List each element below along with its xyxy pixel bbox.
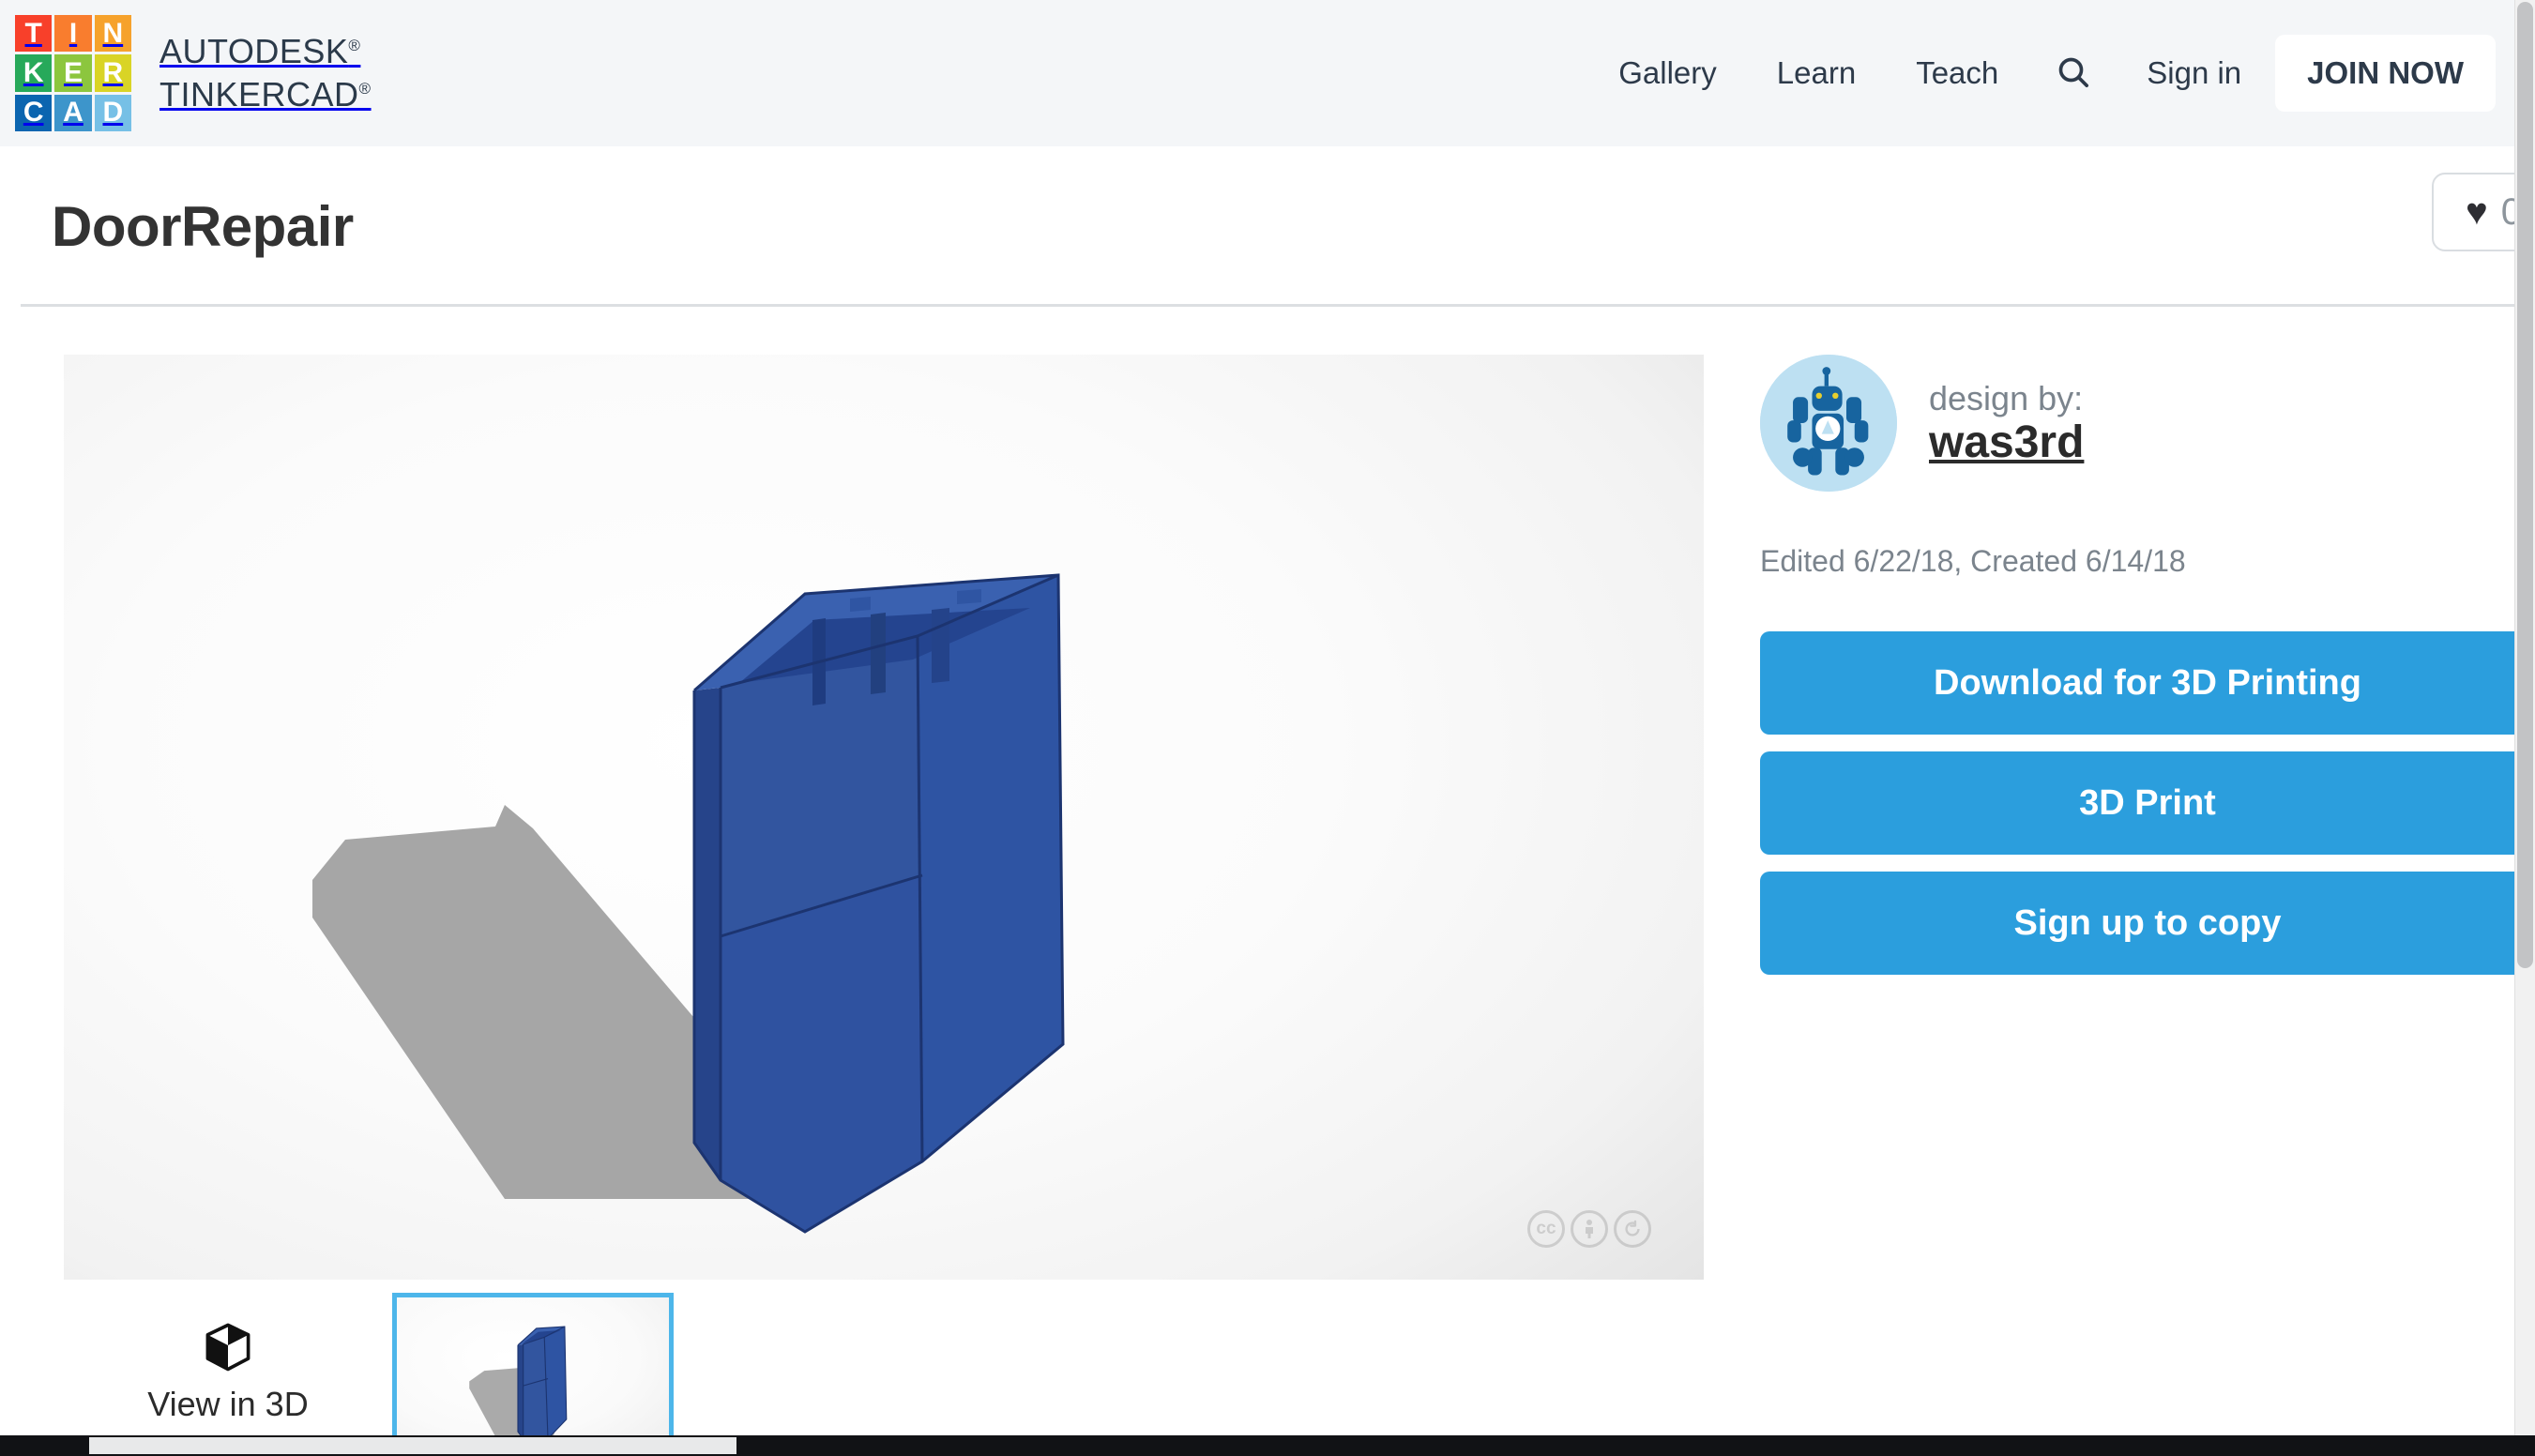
download-for-3d-printing-button[interactable]: Download for 3D Printing (1760, 631, 2535, 735)
design-sidebar: design by: was3rd Edited 6/22/18, Create… (1760, 355, 2535, 992)
view-in-3d-label: View in 3D (147, 1385, 308, 1424)
action-buttons: Download for 3D Printing 3D Print Sign u… (1760, 631, 2535, 975)
horizontal-scrollbar-thumb[interactable] (89, 1437, 736, 1454)
search-icon (2055, 53, 2092, 94)
site-header: T I N K E R C A D AUTODESK® TINKERCAD® G… (0, 0, 2535, 146)
thumb-face-front (524, 1337, 548, 1446)
author-row: design by: was3rd (1760, 355, 2535, 492)
registered-mark-2: ® (359, 80, 372, 98)
logo-tile-d: D (95, 95, 131, 131)
design-dates: Edited 6/22/18, Created 6/14/18 (1760, 544, 2535, 579)
brand-logo-link[interactable]: T I N K E R C A D AUTODESK® TINKERCAD® (15, 15, 372, 131)
license-badges: cc (1527, 1210, 1651, 1248)
tinkercad-logo: T I N K E R C A D (15, 15, 131, 131)
vertical-scrollbar-thumb[interactable] (2517, 2, 2533, 968)
nav-item-teach[interactable]: Teach (1886, 55, 2028, 91)
horizontal-scrollbar-track[interactable] (0, 1435, 2535, 1456)
model-fin-3 (932, 608, 949, 683)
sign-up-to-copy-button[interactable]: Sign up to copy (1760, 872, 2535, 975)
cc-icon: cc (1527, 1210, 1565, 1248)
brand-line-autodesk: AUTODESK (159, 32, 348, 70)
model-render (64, 355, 1704, 1280)
brand-wordmark: AUTODESK® TINKERCAD® (159, 30, 372, 116)
title-row: DoorRepair ♥ 0 (0, 146, 2535, 306)
model-fin-2 (871, 613, 886, 694)
circular-arrow-glyph (1622, 1219, 1643, 1239)
cube-glyph (204, 1322, 252, 1373)
sign-in-link[interactable]: Sign in (2118, 55, 2275, 91)
cube-icon (204, 1322, 252, 1377)
model-face-left-side (694, 688, 721, 1180)
logo-tile-a: A (54, 95, 91, 131)
thumbnail-model-preview (397, 1297, 669, 1448)
brand-line-tinkercad: TINKERCAD (159, 75, 359, 114)
vertical-scrollbar-track[interactable] (2514, 0, 2535, 1435)
cc-sharealike-icon (1614, 1210, 1651, 1248)
model-notch-1 (850, 597, 871, 612)
heart-icon: ♥ (2466, 193, 2488, 231)
model-viewer[interactable]: cc (64, 355, 1704, 1280)
logo-tile-c: C (15, 95, 52, 131)
logo-tile-t: T (15, 15, 52, 52)
model-3d-shape (64, 355, 1704, 1280)
logo-tile-r: R (95, 54, 131, 91)
model-notch-2 (957, 589, 981, 604)
logo-tile-e: E (54, 54, 91, 91)
avatar[interactable] (1760, 355, 1897, 492)
join-now-button[interactable]: JOIN NOW (2275, 35, 2496, 112)
design-by-label: design by: (1929, 378, 2084, 418)
person-glyph (1580, 1219, 1599, 1239)
thumb-face-left (518, 1344, 524, 1439)
author-info: design by: was3rd (1929, 378, 2084, 468)
author-name-link[interactable]: was3rd (1929, 417, 2084, 467)
nav-item-gallery[interactable]: Gallery (1588, 55, 1747, 91)
logo-tile-n: N (95, 15, 131, 52)
page-title: DoorRepair (52, 194, 354, 259)
view-in-3d-button[interactable]: View in 3D (64, 1293, 392, 1452)
registered-mark-1: ® (348, 37, 360, 54)
main-nav: Gallery Learn Teach Sign in JOIN NOW (1588, 0, 2535, 146)
logo-tile-i: I (54, 15, 91, 52)
cc-by-attribution-icon (1571, 1210, 1608, 1248)
header-divider (21, 304, 2535, 307)
3d-print-button[interactable]: 3D Print (1760, 751, 2535, 855)
thumbnail-strip: View in 3D (64, 1293, 674, 1452)
search-button[interactable] (2028, 53, 2118, 94)
thumbnail-1[interactable] (392, 1293, 674, 1452)
nav-item-learn[interactable]: Learn (1747, 55, 1886, 91)
robot-avatar-icon (1760, 355, 1897, 492)
logo-tile-k: K (15, 54, 52, 91)
